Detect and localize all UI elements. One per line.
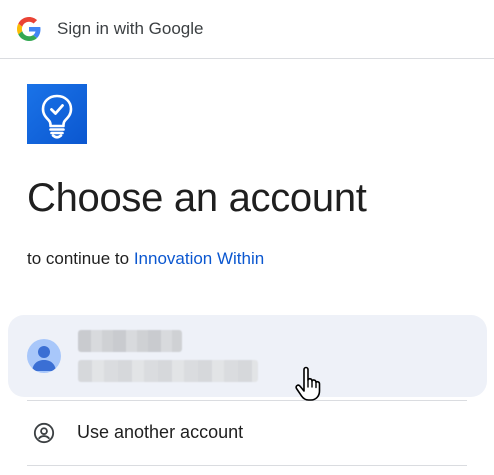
person-avatar-icon [27,339,61,373]
divider [27,465,467,466]
header-title: Sign in with Google [57,19,204,38]
account-circle-icon [33,422,55,444]
subtitle-prefix: to continue to [27,249,130,268]
lightbulb-check-icon [41,94,73,139]
account-email-redacted [78,360,258,382]
google-g-icon [17,17,41,41]
use-another-account-label: Use another account [77,422,244,442]
use-another-account-button[interactable]: Use another account [0,400,494,464]
account-item[interactable] [8,315,487,397]
app-name-link[interactable]: Innovation Within [134,249,264,268]
account-name-redacted [78,330,182,352]
subtitle: to continue to Innovation Within [27,249,264,269]
app-logo [27,84,87,144]
header: Sign in with Google [0,0,494,59]
page-title: Choose an account [27,176,367,220]
